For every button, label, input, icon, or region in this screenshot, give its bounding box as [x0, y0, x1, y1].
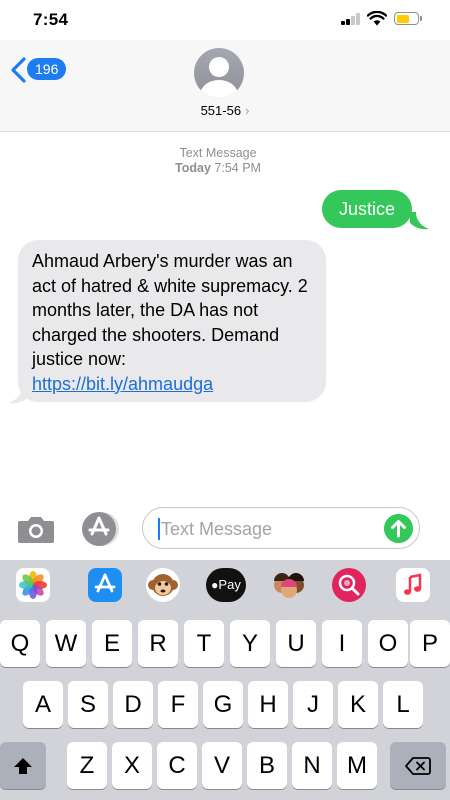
animoji-icon[interactable]: [146, 568, 180, 602]
music-icon[interactable]: [396, 568, 430, 602]
key-y[interactable]: Y: [230, 620, 270, 667]
back-chevron-icon[interactable]: [9, 57, 29, 83]
key-q[interactable]: Q: [0, 620, 40, 667]
cellular-signal-icon: [341, 13, 361, 25]
message-input[interactable]: Text Message: [142, 507, 420, 549]
incoming-message-text: Ahmaud Arbery's murder was an act of hat…: [32, 251, 308, 369]
keyboard: Q W E R T Y U I O P A S D F G H J K L Z …: [0, 610, 450, 800]
key-u[interactable]: U: [276, 620, 316, 667]
app-store-icon[interactable]: [88, 568, 122, 602]
text-cursor: [158, 518, 160, 540]
key-b[interactable]: B: [247, 742, 287, 789]
message-timestamp: Text Message Today 7:54 PM: [0, 146, 436, 176]
key-i[interactable]: I: [322, 620, 362, 667]
photos-icon[interactable]: [16, 568, 50, 602]
key-p[interactable]: P: [410, 620, 450, 667]
shift-arrow-icon: [14, 758, 32, 774]
key-j[interactable]: J: [293, 681, 333, 728]
key-r[interactable]: R: [138, 620, 178, 667]
incoming-bubble-tail: [9, 384, 29, 404]
outgoing-bubble-tail: [410, 212, 429, 230]
key-s[interactable]: S: [68, 681, 108, 728]
outgoing-message-bubble[interactable]: Justice: [322, 190, 413, 228]
key-z[interactable]: Z: [67, 742, 107, 789]
key-m[interactable]: M: [337, 742, 377, 789]
contact-avatar[interactable]: [194, 48, 244, 98]
battery-tip: [420, 16, 422, 21]
incoming-message-bubble[interactable]: Ahmaud Arbery's murder was an act of hat…: [18, 240, 326, 402]
key-x[interactable]: X: [112, 742, 152, 789]
key-e[interactable]: E: [92, 620, 132, 667]
shift-key[interactable]: [0, 742, 46, 789]
key-d[interactable]: D: [113, 681, 153, 728]
conversation-header: 196 551-56 ›: [0, 40, 450, 132]
contact-name: 551-56: [200, 103, 242, 118]
message-type-label: Text Message: [179, 146, 257, 160]
status-time: 7:54: [33, 10, 69, 29]
key-n[interactable]: N: [292, 742, 332, 789]
message-input-placeholder: Text Message: [161, 519, 273, 539]
key-w[interactable]: W: [46, 620, 86, 667]
key-l[interactable]: L: [383, 681, 423, 728]
memoji-icon[interactable]: [270, 568, 308, 602]
status-bar: 7:54: [0, 0, 450, 40]
key-h[interactable]: H: [248, 681, 288, 728]
key-o[interactable]: O: [368, 620, 408, 667]
battery-icon: [394, 12, 419, 25]
back-unread-badge[interactable]: 196: [27, 58, 67, 80]
key-v[interactable]: V: [202, 742, 242, 789]
wifi-icon: [367, 11, 387, 26]
apple-pay-icon[interactable]: ●Pay: [206, 568, 246, 602]
apple-pay-label: Pay: [218, 577, 241, 592]
send-button[interactable]: [384, 514, 413, 543]
chevron-right-icon: ›: [245, 103, 250, 118]
key-a[interactable]: A: [23, 681, 63, 728]
images-search-icon[interactable]: [332, 568, 366, 602]
key-f[interactable]: F: [158, 681, 198, 728]
camera-icon[interactable]: [16, 512, 56, 546]
app-drawer: ●Pay: [0, 560, 450, 610]
delete-key[interactable]: [390, 742, 446, 789]
key-g[interactable]: G: [203, 681, 243, 728]
backspace-icon: [405, 757, 431, 775]
key-t[interactable]: T: [184, 620, 224, 667]
message-time: 7:54 PM: [214, 161, 261, 175]
app-drawer-button[interactable]: [80, 510, 120, 548]
key-c[interactable]: C: [157, 742, 197, 789]
message-day: Today: [175, 161, 211, 175]
key-k[interactable]: K: [338, 681, 378, 728]
contact-name-button[interactable]: 551-56 ›: [0, 103, 450, 118]
message-link[interactable]: https://bit.ly/ahmaudga: [32, 374, 213, 394]
